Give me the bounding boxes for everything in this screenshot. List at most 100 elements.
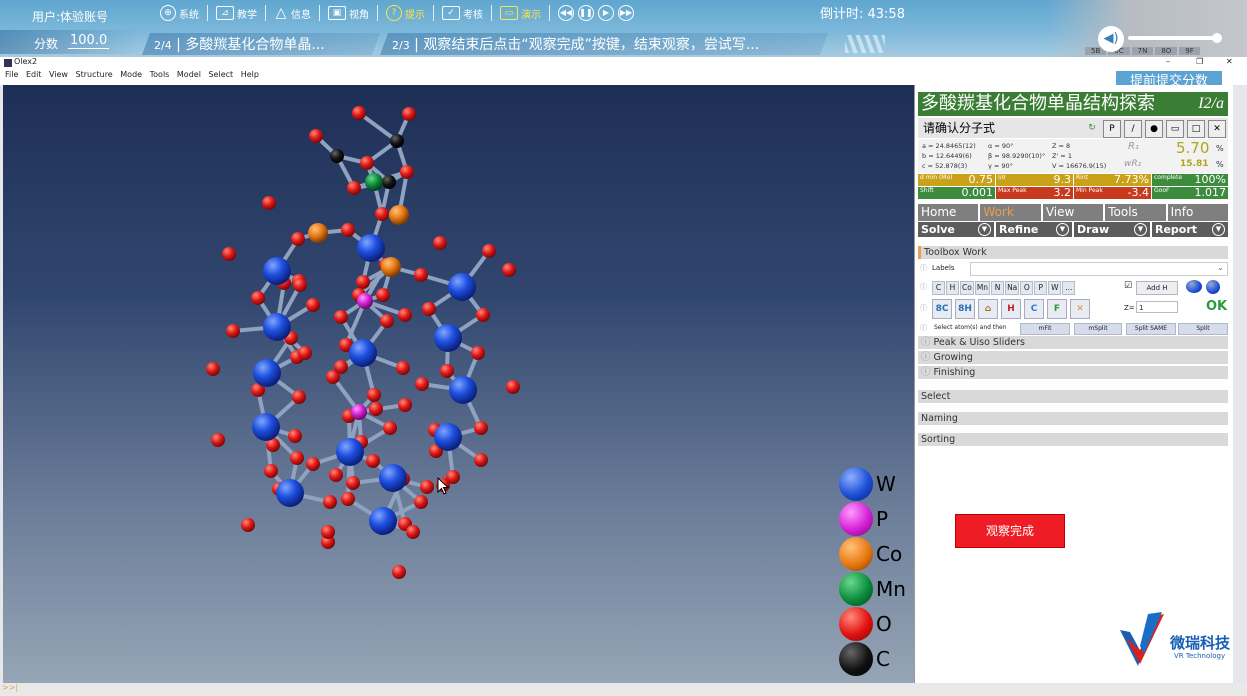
atom-o[interactable]	[392, 565, 406, 579]
atom-button-w[interactable]: W	[1048, 281, 1062, 295]
atom-o[interactable]	[306, 298, 320, 312]
atom-o[interactable]	[341, 492, 355, 506]
atom-co[interactable]	[389, 205, 409, 225]
subtab-draw[interactable]: Draw ▼	[1074, 222, 1150, 237]
section-peak-sliders[interactable]: ⓘ Peak & Uiso Sliders	[918, 336, 1228, 349]
molecule-structure[interactable]	[3, 85, 914, 683]
atom-o[interactable]	[293, 278, 307, 292]
add-h-checkbox[interactable]: ☑	[1124, 281, 1132, 291]
atom-o[interactable]	[226, 324, 240, 338]
clean-icon[interactable]: ⌂	[978, 299, 998, 319]
atom-o[interactable]	[241, 518, 255, 532]
tab-view[interactable]: View	[1042, 204, 1104, 221]
atom-o[interactable]	[474, 453, 488, 467]
ok-button[interactable]: OK	[1206, 299, 1227, 314]
section-growing[interactable]: ⓘ Growing	[918, 351, 1228, 364]
atom-w[interactable]	[434, 423, 462, 451]
atom-o[interactable]	[400, 165, 414, 179]
chevron-down-icon[interactable]: ▼	[1134, 223, 1147, 236]
atom-o[interactable]	[433, 236, 447, 250]
atom-o[interactable]	[356, 275, 370, 289]
delete-h-icon[interactable]: H	[1001, 299, 1021, 319]
volume-slider[interactable]	[1128, 36, 1218, 40]
atom-button-h[interactable]: H	[946, 281, 959, 295]
section-naming[interactable]: Naming	[918, 412, 1228, 425]
atom-o[interactable]	[369, 402, 383, 416]
menu-exam[interactable]: ✓ 考核	[434, 5, 492, 21]
atom-o[interactable]	[292, 390, 306, 404]
rotate-icon[interactable]: C	[1024, 299, 1044, 319]
menu-system[interactable]: ⊕ 系统	[152, 5, 208, 21]
atom-o[interactable]	[298, 346, 312, 360]
pause-icon[interactable]: ❚❚	[578, 5, 594, 21]
info-icon[interactable]: ⓘ	[920, 323, 927, 333]
info-icon[interactable]: ⓘ	[920, 263, 927, 273]
info-icon[interactable]: ⓘ	[920, 303, 927, 313]
sphere-view-icon[interactable]	[1186, 280, 1202, 293]
atom-button-na[interactable]: Na	[1005, 281, 1020, 295]
atom-co[interactable]	[381, 257, 401, 277]
tab-work[interactable]: Work	[980, 204, 1041, 221]
atom-o[interactable]	[334, 360, 348, 374]
rewind-icon[interactable]: ◀◀	[558, 5, 574, 21]
atom-o[interactable]	[420, 480, 434, 494]
atom-button-mn[interactable]: Mn	[974, 281, 991, 295]
atom-w[interactable]	[379, 464, 407, 492]
refresh-icon[interactable]: ↻	[1084, 120, 1100, 136]
menu-view[interactable]: View	[49, 70, 68, 79]
atom-o[interactable]	[290, 451, 304, 465]
menu-info[interactable]: △ 信息	[266, 5, 320, 21]
menu-model[interactable]: Model	[177, 70, 201, 79]
atom-o[interactable]	[376, 288, 390, 302]
subtab-report[interactable]: Report ▼	[1152, 222, 1228, 237]
atom-button-p[interactable]: P	[1034, 281, 1048, 295]
atom-o[interactable]	[414, 268, 428, 282]
split-same-button[interactable]: Split SAME	[1126, 323, 1176, 335]
add-h-button[interactable]: Add H	[1136, 281, 1178, 295]
atom-o[interactable]	[329, 468, 343, 482]
menu-edit[interactable]: Edit	[26, 70, 42, 79]
atom-w[interactable]	[357, 234, 385, 262]
atom-o[interactable]	[211, 433, 225, 447]
atom-o[interactable]	[321, 525, 335, 539]
atom-o[interactable]	[474, 421, 488, 435]
section-sorting[interactable]: Sorting	[918, 433, 1228, 446]
atom-c[interactable]	[390, 134, 404, 148]
menu-mode[interactable]: Mode	[120, 70, 142, 79]
atom-o[interactable]	[383, 421, 397, 435]
expand-tool-icon[interactable]: ✕	[1070, 299, 1090, 319]
menu-tools[interactable]: Tools	[150, 70, 170, 79]
atom-o[interactable]	[352, 106, 366, 120]
atom-button-c[interactable]: C	[932, 281, 945, 295]
atom-o[interactable]	[506, 380, 520, 394]
atom-o[interactable]	[402, 107, 416, 121]
restore-icon[interactable]: ❐	[1196, 57, 1203, 66]
section-select[interactable]: Select	[918, 390, 1228, 403]
atom-w[interactable]	[252, 413, 280, 441]
atom-o[interactable]	[251, 291, 265, 305]
subtab-solve[interactable]: Solve ▼	[918, 222, 994, 237]
atom-o[interactable]	[471, 346, 485, 360]
menu-demo[interactable]: ▭ 演示	[492, 5, 550, 21]
atom-o[interactable]	[309, 129, 323, 143]
atom-o[interactable]	[375, 207, 389, 221]
labels-dropdown[interactable]: ⌄	[970, 262, 1228, 276]
atom-o[interactable]	[347, 181, 361, 195]
atom-w[interactable]	[276, 479, 304, 507]
atom-button-co[interactable]: Co	[960, 281, 974, 295]
atom-o[interactable]	[502, 263, 516, 277]
atom-button-n[interactable]: N	[991, 281, 1005, 295]
atom-o[interactable]	[288, 429, 302, 443]
atom-o[interactable]	[323, 495, 337, 509]
atom-w[interactable]	[434, 324, 462, 352]
atom-o[interactable]	[414, 495, 428, 509]
atom-o[interactable]	[206, 362, 220, 376]
atom-p[interactable]	[351, 404, 367, 420]
minimize-icon[interactable]: –	[1166, 57, 1170, 66]
atom-o[interactable]	[440, 364, 454, 378]
ball-view-icon[interactable]	[1206, 280, 1220, 294]
chevron-down-icon[interactable]: ▼	[1212, 223, 1225, 236]
menu-select[interactable]: Select	[208, 70, 233, 79]
z-input[interactable]: 1	[1136, 301, 1178, 313]
atom-o[interactable]	[334, 310, 348, 324]
